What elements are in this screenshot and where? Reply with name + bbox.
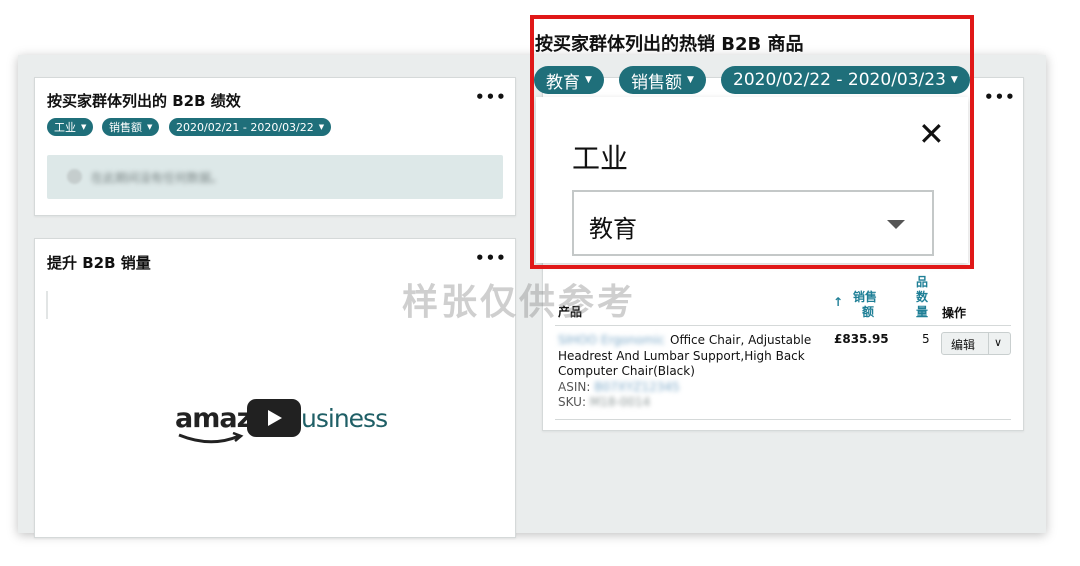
filter-buyer-group[interactable]: 工业 ▼ xyxy=(47,118,94,136)
highlight-border xyxy=(530,15,974,269)
zoom-callout: 按买家群体列出的热销 B2B 商品 教育 ▼ 销售额 ▼ 2020/02/22 … xyxy=(530,15,974,269)
amazon-business-logo-left: amaz xyxy=(175,403,252,434)
b2b-performance-title: 按买家群体列出的 B2B 绩效 xyxy=(47,92,241,110)
caret-down-icon: ▼ xyxy=(318,123,325,131)
asin-value: B07XYZ12345 xyxy=(594,380,680,394)
filter-label: 2020/02/21 - 2020/03/22 xyxy=(176,120,314,134)
boost-b2b-sales-title: 提升 B2B 销量 xyxy=(47,254,151,272)
chevron-down-icon[interactable]: ∨ xyxy=(994,336,1002,349)
filter-label: 销售额 xyxy=(109,121,142,134)
edit-split-button[interactable]: 编辑 ∨ xyxy=(941,332,1011,355)
filter-label: 工业 xyxy=(54,121,76,134)
notice-text: 在此期间没有任何数据。 xyxy=(91,171,224,185)
divider xyxy=(46,291,48,319)
product-name-line2[interactable]: Headrest And Lumbar Support,High Back xyxy=(558,348,805,364)
edit-button-label[interactable]: 编辑 xyxy=(951,336,975,353)
sample-watermark: 样张仅供参考 xyxy=(402,282,637,323)
b2b-performance-card: 按买家群体列出的 B2B 绩效 ••• 工业 ▼ 销售额 ▼ 2020/02/2… xyxy=(34,77,516,216)
product-name-line1[interactable]: Office Chair, Adjustable xyxy=(670,332,811,348)
filter-metric[interactable]: 销售额 ▼ xyxy=(102,118,160,136)
amazon-business-logo-right: usiness xyxy=(301,404,388,433)
product-quantity: 5 xyxy=(922,332,930,346)
row-divider xyxy=(555,419,1011,420)
product-brand[interactable]: SIHOO Ergonomic xyxy=(558,332,665,348)
video-play-button[interactable] xyxy=(247,399,301,437)
caret-down-icon: ▼ xyxy=(147,123,153,131)
product-sales: £835.95 xyxy=(834,332,889,346)
amazon-smile-icon xyxy=(178,432,244,444)
more-options-icon[interactable]: ••• xyxy=(475,249,507,267)
more-options-icon[interactable]: ••• xyxy=(475,88,507,106)
play-icon xyxy=(268,410,282,426)
no-data-notice: 在此期间没有任何数据。 xyxy=(47,155,503,199)
amazon-business-video[interactable]: amaz usiness xyxy=(175,399,395,459)
more-options-icon[interactable]: ••• xyxy=(984,88,1016,106)
caret-down-icon: ▼ xyxy=(81,123,87,131)
product-name-line3[interactable]: Computer Chair(Black) xyxy=(558,363,695,379)
button-divider xyxy=(988,333,989,354)
info-icon xyxy=(67,169,82,184)
asin-label: ASIN: B07XYZ12345 xyxy=(558,380,680,394)
sku-label: SKU: M18-0014 xyxy=(558,395,651,409)
sku-value: M18-0014 xyxy=(589,395,651,409)
filter-date-range[interactable]: 2020/02/21 - 2020/03/22 ▼ xyxy=(169,118,332,136)
